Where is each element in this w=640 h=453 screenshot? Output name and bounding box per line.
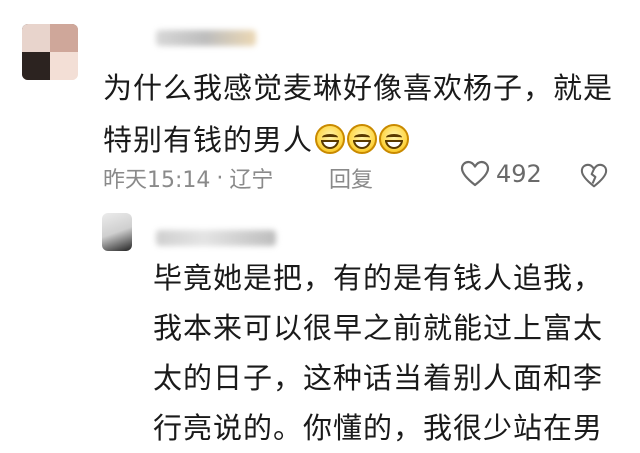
reply-button[interactable]: 回复 (329, 162, 373, 194)
comment-line-2: 特别有钱的男人 (103, 123, 314, 157)
reply-line-4: 行亮说的。你懂的，我很少站在男 (153, 411, 604, 445)
grinning-face-icon (315, 124, 346, 154)
dislike-button[interactable] (580, 162, 608, 194)
grinning-face-icon (347, 124, 378, 154)
reply-avatar[interactable] (102, 213, 132, 251)
grinning-face-icon (379, 124, 410, 154)
reply-text: 毕竟她是把，有的是有钱人追我， 我本来可以很早之前就能过上富太 太的日子，这种话当着… (153, 253, 623, 453)
like-count: 492 (496, 160, 542, 188)
reply-line-2: 我本来可以很早之前就能过上富太 (153, 311, 604, 345)
meta-separator: · (216, 165, 224, 191)
reply-username-blurred[interactable] (156, 230, 276, 246)
heart-icon (460, 160, 490, 187)
broken-heart-icon (580, 163, 608, 188)
comment-line-1: 为什么我感觉麦琳好像喜欢杨子，就是 (103, 71, 614, 105)
comment-meta: 昨天15:14 · 辽宁 回复 (103, 162, 373, 194)
comment-time: 昨天15:14 (103, 168, 211, 193)
comment-location: 辽宁 (229, 168, 274, 193)
reply-line-3: 太的日子，这种话当着别人面和李 (153, 361, 604, 395)
username-blurred[interactable] (156, 30, 256, 46)
like-button[interactable]: 492 (460, 160, 542, 188)
comment-text: 为什么我感觉麦琳好像喜欢杨子，就是 特别有钱的男人 (103, 62, 633, 166)
reply-line-1: 毕竟她是把，有的是有钱人追我， (153, 261, 604, 295)
avatar[interactable] (22, 24, 78, 80)
